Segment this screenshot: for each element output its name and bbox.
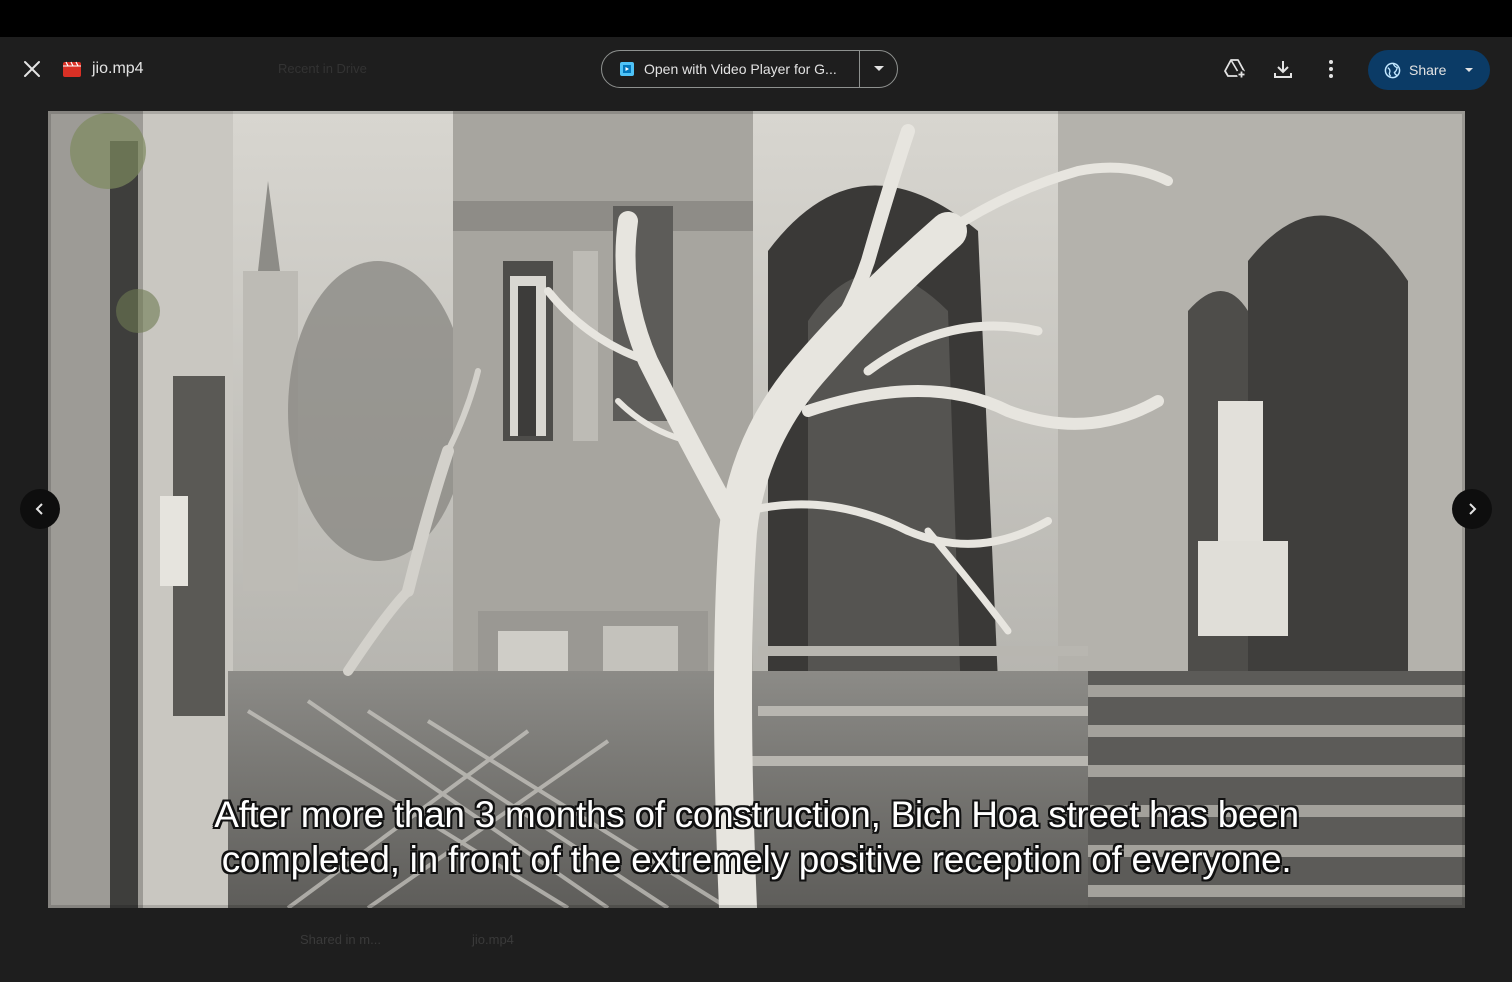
caret-down-icon[interactable]	[1462, 64, 1476, 76]
share-label: Share	[1409, 62, 1447, 78]
previous-file-button[interactable]	[20, 489, 60, 529]
close-button[interactable]	[14, 51, 50, 87]
background-file-label: jio.mp4	[472, 932, 514, 947]
video-player-app-icon	[620, 62, 634, 76]
background-shared-label: Shared in m...	[300, 932, 381, 947]
next-file-button[interactable]	[1452, 489, 1492, 529]
top-black-strip	[0, 0, 1512, 37]
download-icon	[1274, 61, 1292, 78]
chevron-right-icon	[1469, 503, 1477, 515]
background-title-ghost: Recent in Drive	[278, 61, 367, 76]
open-with-label: Open with Video Player for G...	[644, 61, 837, 77]
more-options-button[interactable]	[1315, 53, 1347, 85]
close-icon	[24, 61, 40, 77]
more-vert-icon	[1329, 60, 1333, 78]
share-button[interactable]: Share	[1368, 50, 1490, 90]
add-to-drive-button[interactable]	[1219, 53, 1251, 85]
file-name: jio.mp4	[92, 60, 144, 77]
add-to-drive-icon	[1224, 59, 1246, 79]
viewer-toolbar: jio.mp4 Recent in Drive Open with Video …	[0, 37, 1512, 101]
chevron-left-icon	[35, 503, 43, 515]
download-button[interactable]	[1267, 53, 1299, 85]
open-with-button-group: Open with Video Player for G...	[601, 50, 898, 88]
open-with-dropdown-button[interactable]	[859, 51, 897, 87]
video-file-icon	[63, 61, 81, 77]
video-frame	[48, 111, 1465, 908]
video-player[interactable]: After more than 3 months of construction…	[48, 111, 1465, 908]
subtitle-line-2: completed, in front of the extremely pos…	[221, 839, 1292, 880]
subtitle-line-1: After more than 3 months of construction…	[214, 794, 1299, 835]
globe-icon	[1384, 62, 1401, 79]
chevron-down-icon	[873, 66, 884, 71]
open-with-button[interactable]: Open with Video Player for G...	[602, 51, 859, 87]
